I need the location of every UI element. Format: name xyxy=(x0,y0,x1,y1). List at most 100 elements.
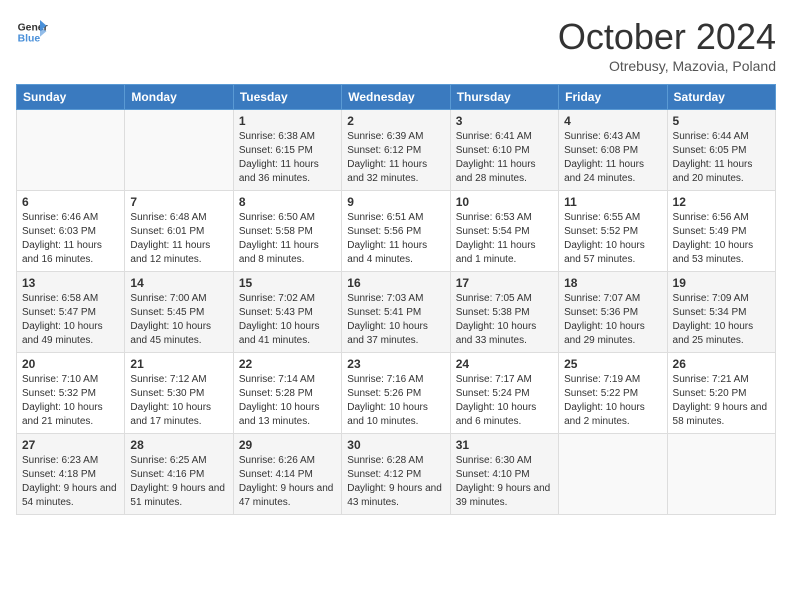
day-number: 3 xyxy=(456,114,553,128)
calendar-cell: 23Sunrise: 7:16 AM Sunset: 5:26 PM Dayli… xyxy=(342,353,450,434)
calendar-cell: 8 Sunrise: 6:50 AM Sunset: 5:58 PM Daylig… xyxy=(233,191,341,272)
day-info: Sunrise: 7:12 AM Sunset: 5:30 PM Dayligh… xyxy=(130,373,227,429)
calendar-cell: 21Sunrise: 7:12 AM Sunset: 5:30 PM Dayli… xyxy=(125,353,233,434)
day-number: 15 xyxy=(239,276,336,290)
calendar-cell: 15 Sunrise: 7:02 AM Sunset: 5:43 PM Dayli… xyxy=(233,272,341,353)
day-info: Sunrise: 6:30 AM Sunset: 4:10 PM Dayligh… xyxy=(456,454,553,510)
svg-text:Blue: Blue xyxy=(18,34,41,45)
calendar-week-row: 27 Sunrise: 6:23 AM Sunset: 4:18 PM Dayli… xyxy=(17,434,776,515)
header-day-friday: Friday xyxy=(559,85,667,110)
day-info: Sunrise: 7:02 AM Sunset: 5:43 PM Dayligh… xyxy=(239,292,336,348)
day-number: 27 xyxy=(22,438,119,452)
day-info: Sunrise: 7:09 AM Sunset: 5:34 PM Dayligh… xyxy=(673,292,770,348)
header-day-wednesday: Wednesday xyxy=(342,85,450,110)
calendar-cell: 20 Sunrise: 7:10 AM Sunset: 5:32 PM Dayli… xyxy=(17,353,125,434)
calendar-cell: 16Sunrise: 7:03 AM Sunset: 5:41 PM Dayli… xyxy=(342,272,450,353)
day-info: Sunrise: 6:53 AM Sunset: 5:54 PM Dayligh… xyxy=(456,211,553,267)
calendar-cell xyxy=(667,434,775,515)
calendar-cell: 11Sunrise: 6:55 AM Sunset: 5:52 PM Dayli… xyxy=(559,191,667,272)
calendar-cell: 18 Sunrise: 7:07 AM Sunset: 5:36 PM Dayli… xyxy=(559,272,667,353)
calendar-cell: 1 Sunrise: 6:38 AM Sunset: 6:15 PM Daylig… xyxy=(233,110,341,191)
day-info: Sunrise: 6:39 AM Sunset: 6:12 PM Dayligh… xyxy=(347,130,444,186)
page-header: General Blue October 2024 Otrebusy, Mazo… xyxy=(16,16,776,74)
day-info: Sunrise: 6:46 AM Sunset: 6:03 PM Dayligh… xyxy=(22,211,119,267)
calendar-cell: 6 Sunrise: 6:46 AM Sunset: 6:03 PM Daylig… xyxy=(17,191,125,272)
day-info: Sunrise: 7:00 AM Sunset: 5:45 PM Dayligh… xyxy=(130,292,227,348)
day-number: 14 xyxy=(130,276,227,290)
calendar-cell: 29Sunrise: 6:26 AM Sunset: 4:14 PM Dayli… xyxy=(233,434,341,515)
calendar-cell: 5 Sunrise: 6:44 AM Sunset: 6:05 PM Daylig… xyxy=(667,110,775,191)
calendar-cell xyxy=(559,434,667,515)
day-number: 23 xyxy=(347,357,444,371)
day-number: 18 xyxy=(564,276,661,290)
calendar-cell: 12Sunrise: 6:56 AM Sunset: 5:49 PM Dayli… xyxy=(667,191,775,272)
day-number: 20 xyxy=(22,357,119,371)
calendar-cell: 24 Sunrise: 7:17 AM Sunset: 5:24 PM Dayli… xyxy=(450,353,558,434)
day-info: Sunrise: 7:14 AM Sunset: 5:28 PM Dayligh… xyxy=(239,373,336,429)
day-info: Sunrise: 6:26 AM Sunset: 4:14 PM Dayligh… xyxy=(239,454,336,510)
calendar-cell: 28 Sunrise: 6:25 AM Sunset: 4:16 PM Dayli… xyxy=(125,434,233,515)
day-number: 30 xyxy=(347,438,444,452)
day-info: Sunrise: 6:43 AM Sunset: 6:08 PM Dayligh… xyxy=(564,130,661,186)
day-info: Sunrise: 7:21 AM Sunset: 5:20 PM Dayligh… xyxy=(673,373,770,429)
calendar-cell xyxy=(17,110,125,191)
calendar-week-row: 13 Sunrise: 6:58 AM Sunset: 5:47 PM Dayli… xyxy=(17,272,776,353)
day-info: Sunrise: 7:07 AM Sunset: 5:36 PM Dayligh… xyxy=(564,292,661,348)
day-number: 2 xyxy=(347,114,444,128)
calendar-cell: 14 Sunrise: 7:00 AM Sunset: 5:45 PM Dayli… xyxy=(125,272,233,353)
day-number: 17 xyxy=(456,276,553,290)
logo-icon: General Blue xyxy=(16,16,48,48)
day-number: 24 xyxy=(456,357,553,371)
day-info: Sunrise: 6:23 AM Sunset: 4:18 PM Dayligh… xyxy=(22,454,119,510)
day-number: 19 xyxy=(673,276,770,290)
day-info: Sunrise: 7:19 AM Sunset: 5:22 PM Dayligh… xyxy=(564,373,661,429)
day-number: 4 xyxy=(564,114,661,128)
day-number: 9 xyxy=(347,195,444,209)
calendar-cell: 22Sunrise: 7:14 AM Sunset: 5:28 PM Dayli… xyxy=(233,353,341,434)
calendar-cell: 4 Sunrise: 6:43 AM Sunset: 6:08 PM Daylig… xyxy=(559,110,667,191)
calendar-week-row: 6 Sunrise: 6:46 AM Sunset: 6:03 PM Daylig… xyxy=(17,191,776,272)
calendar-cell: 26 Sunrise: 7:21 AM Sunset: 5:20 PM Dayli… xyxy=(667,353,775,434)
day-info: Sunrise: 7:03 AM Sunset: 5:41 PM Dayligh… xyxy=(347,292,444,348)
day-info: Sunrise: 7:17 AM Sunset: 5:24 PM Dayligh… xyxy=(456,373,553,429)
calendar-table: SundayMondayTuesdayWednesdayThursdayFrid… xyxy=(16,84,776,515)
location: Otrebusy, Mazovia, Poland xyxy=(558,58,776,74)
day-info: Sunrise: 6:25 AM Sunset: 4:16 PM Dayligh… xyxy=(130,454,227,510)
day-info: Sunrise: 7:05 AM Sunset: 5:38 PM Dayligh… xyxy=(456,292,553,348)
day-number: 8 xyxy=(239,195,336,209)
header-day-saturday: Saturday xyxy=(667,85,775,110)
calendar-cell: 2 Sunrise: 6:39 AM Sunset: 6:12 PM Daylig… xyxy=(342,110,450,191)
day-number: 13 xyxy=(22,276,119,290)
calendar-cell: 3Sunrise: 6:41 AM Sunset: 6:10 PM Daylig… xyxy=(450,110,558,191)
calendar-cell: 27 Sunrise: 6:23 AM Sunset: 4:18 PM Dayli… xyxy=(17,434,125,515)
calendar-cell: 19 Sunrise: 7:09 AM Sunset: 5:34 PM Dayli… xyxy=(667,272,775,353)
day-info: Sunrise: 6:51 AM Sunset: 5:56 PM Dayligh… xyxy=(347,211,444,267)
header-day-tuesday: Tuesday xyxy=(233,85,341,110)
day-number: 5 xyxy=(673,114,770,128)
month-title: October 2024 xyxy=(558,16,776,58)
calendar-cell: 10 Sunrise: 6:53 AM Sunset: 5:54 PM Dayli… xyxy=(450,191,558,272)
header-day-sunday: Sunday xyxy=(17,85,125,110)
day-number: 7 xyxy=(130,195,227,209)
day-number: 6 xyxy=(22,195,119,209)
day-info: Sunrise: 7:10 AM Sunset: 5:32 PM Dayligh… xyxy=(22,373,119,429)
header-day-monday: Monday xyxy=(125,85,233,110)
calendar-week-row: 1 Sunrise: 6:38 AM Sunset: 6:15 PM Daylig… xyxy=(17,110,776,191)
calendar-cell: 30Sunrise: 6:28 AM Sunset: 4:12 PM Dayli… xyxy=(342,434,450,515)
calendar-cell: 25 Sunrise: 7:19 AM Sunset: 5:22 PM Dayli… xyxy=(559,353,667,434)
day-number: 1 xyxy=(239,114,336,128)
calendar-header-row: SundayMondayTuesdayWednesdayThursdayFrid… xyxy=(17,85,776,110)
day-info: Sunrise: 6:44 AM Sunset: 6:05 PM Dayligh… xyxy=(673,130,770,186)
day-number: 25 xyxy=(564,357,661,371)
calendar-cell: 31Sunrise: 6:30 AM Sunset: 4:10 PM Dayli… xyxy=(450,434,558,515)
day-number: 28 xyxy=(130,438,227,452)
day-info: Sunrise: 6:38 AM Sunset: 6:15 PM Dayligh… xyxy=(239,130,336,186)
day-info: Sunrise: 6:50 AM Sunset: 5:58 PM Dayligh… xyxy=(239,211,336,267)
header-day-thursday: Thursday xyxy=(450,85,558,110)
calendar-cell: 13 Sunrise: 6:58 AM Sunset: 5:47 PM Dayli… xyxy=(17,272,125,353)
day-number: 10 xyxy=(456,195,553,209)
day-info: Sunrise: 6:56 AM Sunset: 5:49 PM Dayligh… xyxy=(673,211,770,267)
day-info: Sunrise: 6:55 AM Sunset: 5:52 PM Dayligh… xyxy=(564,211,661,267)
day-number: 26 xyxy=(673,357,770,371)
day-info: Sunrise: 6:58 AM Sunset: 5:47 PM Dayligh… xyxy=(22,292,119,348)
